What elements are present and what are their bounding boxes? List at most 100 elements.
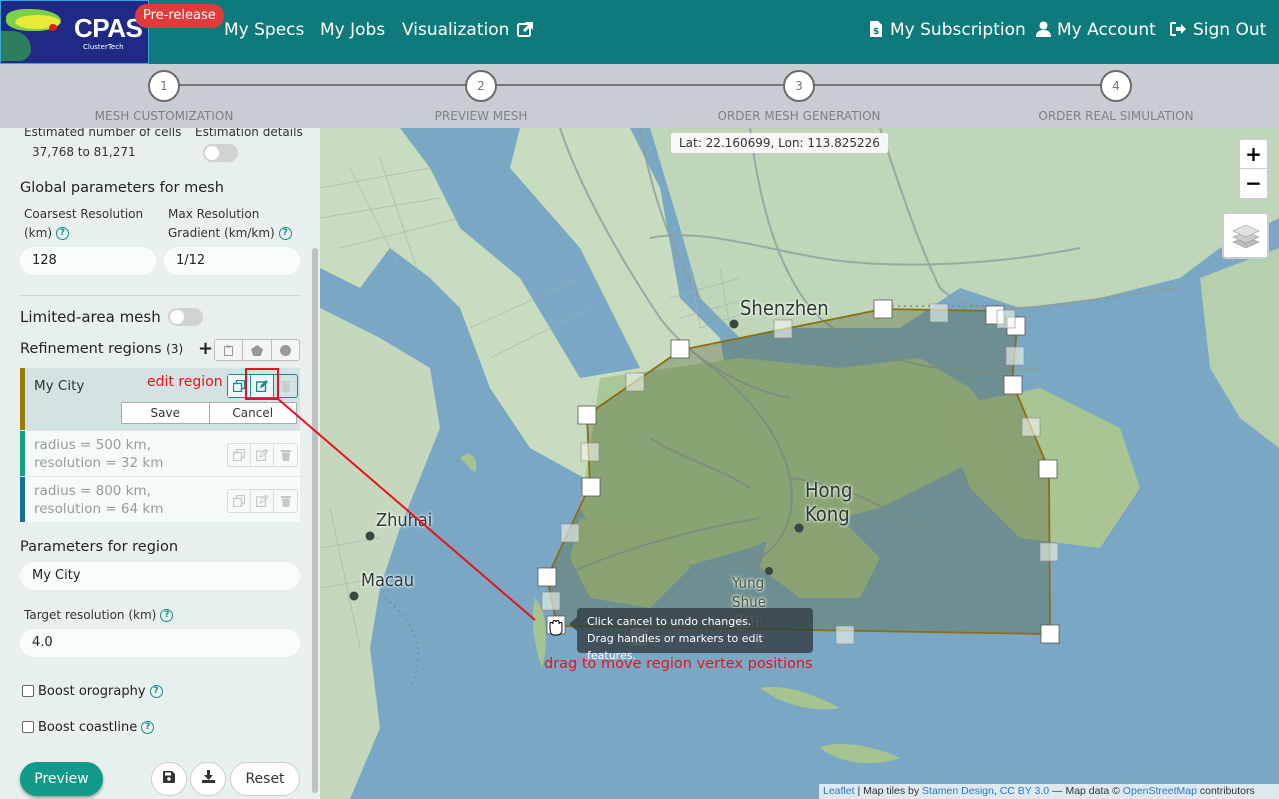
midpoint-handle xyxy=(541,591,561,611)
region-item[interactable]: radius = 500 km, resolution = 32 km xyxy=(20,430,300,476)
estimated-cells-value: 37,768 to 81,271 xyxy=(32,145,136,159)
help-icon[interactable]: ? xyxy=(160,609,174,622)
step-3-circle[interactable]: 3 xyxy=(783,70,815,102)
osm-link[interactable]: OpenStreetMap xyxy=(1123,785,1197,797)
floppy-disk-icon xyxy=(163,771,175,783)
coarsest-resolution-input[interactable]: 128 xyxy=(20,247,156,275)
map-attribution: Leaflet | Map tiles by Stamen Design, CC… xyxy=(819,784,1279,799)
layers-icon xyxy=(1231,224,1260,248)
layers-control-button[interactable] xyxy=(1222,212,1269,259)
mesh-settings-sidebar: Estimated number of cells 37,768 to 81,2… xyxy=(0,128,320,799)
download-icon xyxy=(201,770,215,783)
leaflet-link[interactable]: Leaflet xyxy=(823,785,855,797)
help-icon[interactable]: ? xyxy=(141,721,155,734)
step-4-label: ORDER REAL SIMULATION xyxy=(1038,109,1194,123)
refinement-title-text: Refinement regions xyxy=(20,341,162,357)
boost-orography-checkbox[interactable] xyxy=(22,685,34,697)
edit-region-button[interactable] xyxy=(251,490,274,512)
target-resolution-input[interactable]: 4.0 xyxy=(20,629,300,657)
nav-my-subscription[interactable]: $ My Subscription xyxy=(870,20,1026,40)
city-dot-macau xyxy=(349,591,359,601)
ysw-line-1: Yung xyxy=(732,574,765,592)
stamen-link[interactable]: Stamen Design xyxy=(922,785,994,797)
cpas-logo[interactable]: CPAS ClusterTech xyxy=(0,0,149,64)
region-item[interactable]: radius = 800 km, resolution = 64 km xyxy=(20,476,300,522)
midpoint-handle xyxy=(929,303,949,323)
delete-region-button[interactable] xyxy=(274,444,297,466)
nav-my-account-label: My Account xyxy=(1057,20,1156,40)
nav-sign-out[interactable]: Sign Out xyxy=(1170,20,1266,40)
trash-icon xyxy=(280,496,291,507)
help-icon[interactable]: ? xyxy=(56,227,70,240)
sidebar-scrollbar[interactable] xyxy=(312,248,318,793)
nav-my-jobs-label: My Jobs xyxy=(320,20,386,40)
edit-region-button[interactable] xyxy=(251,444,274,466)
logo-text: CPAS xyxy=(74,13,143,43)
navbar: CPAS ClusterTech Pre-release My Specs My… xyxy=(0,0,1279,64)
step-4-circle[interactable]: 4 xyxy=(1100,70,1132,102)
license-link[interactable]: CC BY 3.0 xyxy=(1000,785,1049,797)
save-button[interactable]: Save xyxy=(122,403,210,423)
global-params-title: Global parameters for mesh xyxy=(20,180,224,196)
midpoint-handle xyxy=(1039,542,1059,562)
edit-hint-tooltip: Click cancel to undo changes. Drag handl… xyxy=(569,608,813,662)
edit-icon xyxy=(256,449,268,461)
nav-my-specs[interactable]: My Specs xyxy=(224,20,304,40)
city-dot-hong-kong xyxy=(794,523,804,533)
add-region-icon[interactable]: + xyxy=(198,338,213,359)
map-tiles xyxy=(320,128,1279,799)
section-divider xyxy=(20,295,300,296)
step-1-circle[interactable]: 1 xyxy=(148,70,180,102)
help-icon[interactable]: ? xyxy=(149,685,163,698)
coarsest-resolution-unit: (km)? xyxy=(24,226,70,240)
refinement-count: (3) xyxy=(166,342,184,356)
download-button[interactable] xyxy=(190,762,226,796)
zoom-out-button[interactable]: − xyxy=(1240,169,1267,198)
region-color-bar xyxy=(20,477,25,522)
vertex-handle xyxy=(537,567,557,587)
circle-icon xyxy=(279,344,291,356)
estimation-details-toggle[interactable] xyxy=(203,144,238,162)
region-shape-tools xyxy=(214,339,300,361)
city-dot-shenzhen xyxy=(729,319,739,329)
clipboard-icon xyxy=(224,345,234,356)
pre-release-badge: Pre-release xyxy=(135,4,224,28)
map-view[interactable]: Shenzhen HongKong YungShueWan Zhuhai Mac… xyxy=(320,128,1279,799)
boost-coastline-checkbox[interactable] xyxy=(22,721,34,733)
limited-area-toggle[interactable] xyxy=(168,308,203,326)
save-cancel-group: Save Cancel xyxy=(121,402,297,424)
midpoint-handle xyxy=(996,309,1016,329)
step-2-circle[interactable]: 2 xyxy=(465,70,497,102)
vertex-handle xyxy=(1040,624,1060,644)
midpoint-handle xyxy=(1005,346,1025,366)
step-2-label: PREVIEW MESH xyxy=(434,109,528,123)
gradient-input[interactable]: 1/12 xyxy=(164,247,300,275)
copy-icon xyxy=(233,380,245,392)
region-name-input[interactable]: My City xyxy=(20,562,300,590)
svg-text:$: $ xyxy=(873,27,879,37)
boost-orography-label: Boost orography? xyxy=(38,684,163,699)
zoom-in-button[interactable]: + xyxy=(1240,140,1267,169)
region-actions xyxy=(227,489,298,513)
delete-region-button[interactable] xyxy=(274,490,297,512)
duplicate-region-button[interactable] xyxy=(228,444,251,466)
draw-circle-button[interactable] xyxy=(272,340,299,360)
vertex-handle xyxy=(873,299,893,319)
draw-polygon-button[interactable] xyxy=(243,340,272,360)
reset-button[interactable]: Reset xyxy=(230,762,300,796)
grab-cursor-icon xyxy=(549,620,563,636)
help-icon[interactable]: ? xyxy=(278,227,292,240)
nav-my-account[interactable]: My Account xyxy=(1036,20,1156,40)
place-label-shenzhen: Shenzhen xyxy=(740,296,829,320)
nav-my-specs-label: My Specs xyxy=(224,20,305,40)
save-spec-button[interactable] xyxy=(151,762,187,796)
paste-region-button[interactable] xyxy=(215,340,244,360)
cancel-button[interactable]: Cancel xyxy=(210,403,297,423)
sign-out-icon xyxy=(1170,22,1186,36)
preview-button[interactable]: Preview xyxy=(20,762,103,796)
vertex-handle xyxy=(577,405,597,425)
duplicate-region-button[interactable] xyxy=(228,490,251,512)
target-resolution-text: Target resolution (km) xyxy=(24,608,157,622)
nav-my-jobs[interactable]: My Jobs xyxy=(320,20,385,40)
nav-visualization[interactable]: Visualization xyxy=(402,20,534,40)
